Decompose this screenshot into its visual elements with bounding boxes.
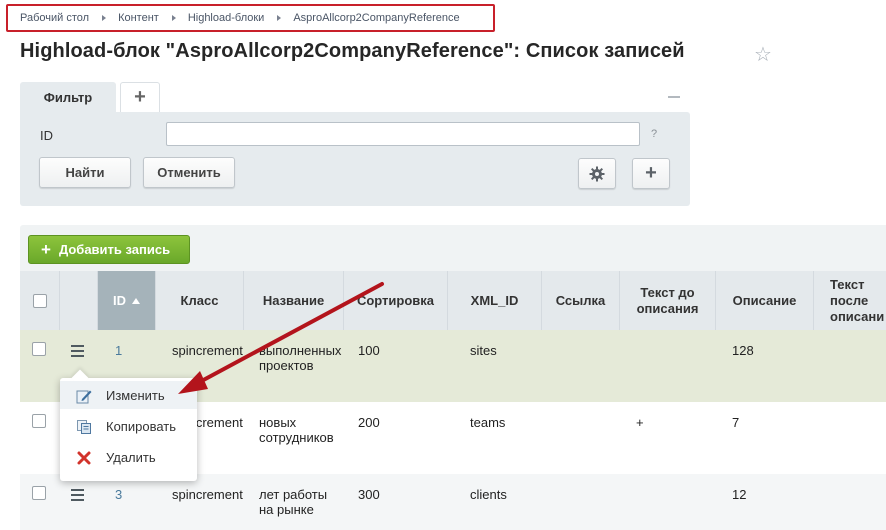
cell-name-line2: на рынке xyxy=(259,502,314,517)
row-menu-icon[interactable] xyxy=(71,345,84,360)
cell-name-line1: новых xyxy=(259,415,297,430)
header-link[interactable]: Ссылка xyxy=(542,271,620,330)
filter-add-tab-button[interactable]: + xyxy=(120,82,160,112)
breadcrumb-separator-icon xyxy=(171,15,176,21)
header-checkbox-cell xyxy=(20,271,60,330)
filter-panel: ID ? Найти Отменить + xyxy=(20,112,690,206)
filter-settings-button[interactable] xyxy=(578,158,616,189)
cell-class: spincrement xyxy=(172,343,243,358)
edit-pencil-icon xyxy=(76,390,92,404)
menu-item-copy[interactable]: Копировать xyxy=(60,412,197,440)
header-text-before[interactable]: Текст до описания xyxy=(620,271,716,330)
cell-description: 128 xyxy=(732,343,754,358)
sort-asc-icon xyxy=(132,297,140,304)
cell-name: лет работы на рынке xyxy=(259,487,327,517)
cell-sort: 100 xyxy=(358,343,380,358)
cell-name-line2: проектов xyxy=(259,358,314,373)
row-context-menu: Изменить Копировать Удалить xyxy=(60,369,197,481)
plus-icon: + xyxy=(41,240,51,259)
cell-name: выполненных проектов xyxy=(259,343,341,373)
row-checkbox[interactable] xyxy=(32,342,46,356)
header-text-after-line2: после xyxy=(830,292,869,308)
filter-id-label: ID xyxy=(40,128,53,143)
cell-name-line1: выполненных xyxy=(259,343,342,358)
cell-sort: 300 xyxy=(358,487,380,502)
breadcrumb-current[interactable]: AsproAllcorp2CompanyReference xyxy=(293,12,459,24)
filter-collapse-icon[interactable] xyxy=(668,96,680,98)
header-description[interactable]: Описание xyxy=(716,271,814,330)
cell-description: 12 xyxy=(732,487,747,502)
cell-name: новых сотрудников xyxy=(259,415,334,445)
header-sort[interactable]: Сортировка xyxy=(344,271,448,330)
delete-cross-icon xyxy=(77,451,91,465)
header-text-after-line1: Текст xyxy=(830,276,865,292)
header-class[interactable]: Класс xyxy=(156,271,244,330)
menu-item-delete[interactable]: Удалить xyxy=(60,443,197,471)
cell-xml-id: clients xyxy=(470,487,507,502)
find-button[interactable]: Найти xyxy=(39,157,131,188)
cell-id[interactable]: 1 xyxy=(115,343,122,358)
gear-icon xyxy=(589,166,605,181)
copy-icon xyxy=(77,420,91,434)
breadcrumb-content[interactable]: Контент xyxy=(118,12,159,24)
filter-id-input[interactable] xyxy=(166,122,640,146)
cell-text-before: + xyxy=(636,415,644,430)
cell-name-line1: лет работы xyxy=(259,487,328,502)
row-checkbox[interactable] xyxy=(32,486,46,500)
header-text-before-line2: описания xyxy=(636,300,699,316)
row-checkbox[interactable] xyxy=(32,414,46,428)
menu-item-delete-label: Удалить xyxy=(106,449,156,465)
menu-item-copy-label: Копировать xyxy=(106,418,176,434)
header-name[interactable]: Название xyxy=(244,271,344,330)
header-id[interactable]: ID xyxy=(98,271,156,330)
row-menu-icon[interactable] xyxy=(71,489,84,504)
header-text-before-line1: Текст до xyxy=(640,284,695,300)
menu-item-edit[interactable]: Изменить xyxy=(60,381,197,409)
header-id-label: ID xyxy=(113,292,126,308)
cell-description: 7 xyxy=(732,415,740,430)
header-actions-cell xyxy=(60,271,98,330)
cell-xml-id: sites xyxy=(470,343,497,358)
select-all-checkbox[interactable] xyxy=(32,293,47,308)
breadcrumb-desktop[interactable]: Рабочий стол xyxy=(20,12,89,24)
cell-xml-id: teams xyxy=(470,415,506,430)
breadcrumb-separator-icon xyxy=(102,15,107,21)
filter-help-icon[interactable]: ? xyxy=(651,128,657,140)
menu-item-edit-label: Изменить xyxy=(106,387,165,403)
breadcrumb-separator-icon xyxy=(277,15,282,21)
cell-id[interactable]: 3 xyxy=(115,487,122,502)
add-record-label: Добавить запись xyxy=(58,242,171,257)
cell-name-line2: сотрудников xyxy=(259,430,334,445)
cancel-button[interactable]: Отменить xyxy=(143,157,235,188)
filter-add-field-button[interactable]: + xyxy=(632,158,670,189)
header-text-after-line3: описани xyxy=(830,308,885,324)
table-row[interactable]: 3 spincrement лет работы на рынке 300 cl… xyxy=(20,474,886,530)
favorite-star-icon[interactable]: ☆ xyxy=(754,42,772,67)
add-record-button[interactable]: + Добавить запись xyxy=(28,235,190,264)
grid-toolbar: + Добавить запись xyxy=(20,225,886,271)
header-xml-id[interactable]: XML_ID xyxy=(448,271,542,330)
page-title: Highload-блок "AsproAllcorp2CompanyRefer… xyxy=(20,40,685,62)
breadcrumb-highload-blocks[interactable]: Highload-блоки xyxy=(188,12,265,24)
cell-sort: 200 xyxy=(358,415,380,430)
header-text-after[interactable]: Текст после описани xyxy=(814,271,886,330)
cell-class: spincrement xyxy=(172,487,243,502)
breadcrumb: Рабочий стол Контент Highload-блоки Aspr… xyxy=(6,4,495,32)
filter-tab[interactable]: Фильтр xyxy=(20,82,116,112)
